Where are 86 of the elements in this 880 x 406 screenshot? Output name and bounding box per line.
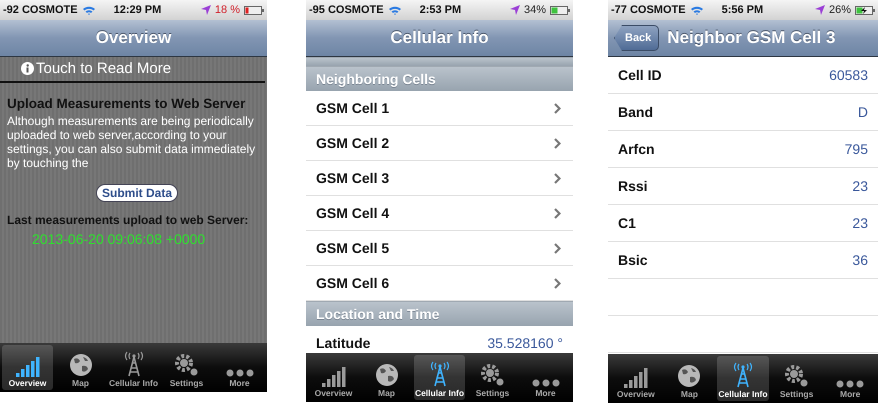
section-heading: Upload Measurements to Web Server (7, 96, 246, 111)
submit-data-button[interactable]: Submit Data (96, 184, 178, 202)
tab-button[interactable]: Settings (770, 356, 822, 401)
more-dots-icon (532, 379, 560, 387)
wifi-icon (82, 5, 96, 15)
tab-button[interactable]: Settings (161, 345, 212, 390)
row-value: 35.528160 ° (487, 335, 563, 351)
row-label: Latitude (316, 335, 372, 351)
row-label: GSM Cell 2 (316, 135, 390, 151)
tab-button[interactable]: Cellular Info (414, 355, 465, 400)
tab-button[interactable]: Cellular Info (717, 356, 769, 401)
table-row[interactable]: GSM Cell 3 (306, 161, 573, 196)
gears-icon (174, 353, 200, 377)
chevron-icon (554, 208, 561, 218)
row-label: GSM Cell 1 (316, 100, 390, 116)
signal-bars-icon (320, 367, 346, 387)
row-label: C1 (618, 215, 637, 231)
wifi-icon (690, 5, 704, 15)
description-text: Although measurements are being periodically uploaded to web server,according to your settings, you can also submit data immediately by touching the (7, 114, 256, 170)
upload-timestamp: 2013-06-20 09:06:08 +0000 (32, 231, 206, 247)
row-label: GSM Cell 5 (316, 240, 390, 256)
location-icon (200, 5, 211, 15)
table-row[interactable]: GSM Cell 4 (306, 196, 573, 231)
signal-bars-icon (622, 368, 649, 388)
row-value: 23 (852, 215, 868, 231)
table-row[interactable]: GSM Cell 1 (306, 91, 573, 126)
location-icon (814, 5, 825, 15)
back-button[interactable]: Back (614, 25, 660, 51)
tab-button[interactable]: Overview (308, 355, 359, 400)
tab-button[interactable]: Map (664, 356, 716, 401)
info-icon (21, 62, 34, 75)
screen-title: Neighbor GSM Cell 3 (667, 28, 836, 48)
tab-button[interactable]: Cellular Info (108, 345, 159, 390)
row-label: Bsic (618, 252, 649, 268)
table-row[interactable]: GSM Cell 2 (306, 126, 573, 161)
gears-icon (480, 363, 506, 387)
location-icon (510, 5, 520, 15)
chevron-icon (554, 278, 561, 288)
row-value: 23 (852, 178, 868, 194)
carrier-text: -95 COSMOTE (309, 4, 384, 16)
gears-icon (784, 364, 810, 388)
globe-icon (68, 353, 92, 377)
screen-title: Overview (96, 28, 172, 48)
chevron-icon (554, 242, 561, 254)
last-upload-label: Last measurements upload to web Server: (7, 213, 250, 227)
tab-button[interactable]: Overview (610, 356, 662, 401)
globe-icon (374, 363, 398, 387)
signal-bars-icon (14, 357, 40, 377)
globe-icon (677, 364, 702, 388)
chevron-icon (554, 138, 561, 148)
tab-button[interactable]: More (520, 355, 571, 400)
row-label: Cell ID (618, 67, 663, 83)
wifi-icon (388, 5, 402, 15)
row-value: D (858, 104, 868, 120)
clock-text: 12:29 PM (114, 4, 162, 16)
tab-button[interactable]: Map (361, 355, 412, 400)
more-dots-icon (226, 369, 254, 377)
battery-text: 34% (524, 4, 546, 16)
section-header: Neighboring Cells (306, 66, 573, 91)
read-more-link[interactable]: Touch to Read More (7, 58, 172, 79)
tab-button[interactable]: Overview (2, 345, 53, 390)
section-header: Location and Time (306, 301, 573, 326)
row-value: 60583 (829, 67, 868, 83)
battery-text: 18 % (214, 4, 240, 16)
chevron-icon (554, 172, 561, 184)
tab-button[interactable]: More (824, 356, 876, 401)
tab-button[interactable]: Map (55, 345, 106, 390)
tab-button[interactable]: Settings (467, 355, 518, 400)
row-value: 36 (852, 252, 868, 268)
row-label: Arfcn (618, 141, 656, 157)
row-label: GSM Cell 6 (316, 275, 390, 291)
chevron-icon (554, 102, 561, 114)
row-label: GSM Cell 4 (316, 205, 390, 221)
row-label: GSM Cell 3 (316, 170, 390, 186)
carrier-text: -77 COSMOTE (611, 4, 686, 16)
more-dots-icon (836, 380, 864, 388)
tab-button[interactable]: More (214, 345, 265, 390)
row-label: Rssi (618, 178, 649, 194)
row-label: Band (618, 104, 654, 120)
row-value: 795 (844, 141, 868, 157)
clock-text: 5:56 PM (722, 4, 764, 16)
table-row[interactable]: GSM Cell 5 (306, 231, 573, 266)
carrier-text: -92 COSMOTE (3, 4, 78, 16)
battery-text: 26% (828, 4, 851, 16)
clock-text: 2:53 PM (420, 4, 462, 16)
screen-title: Cellular Info (390, 28, 489, 48)
